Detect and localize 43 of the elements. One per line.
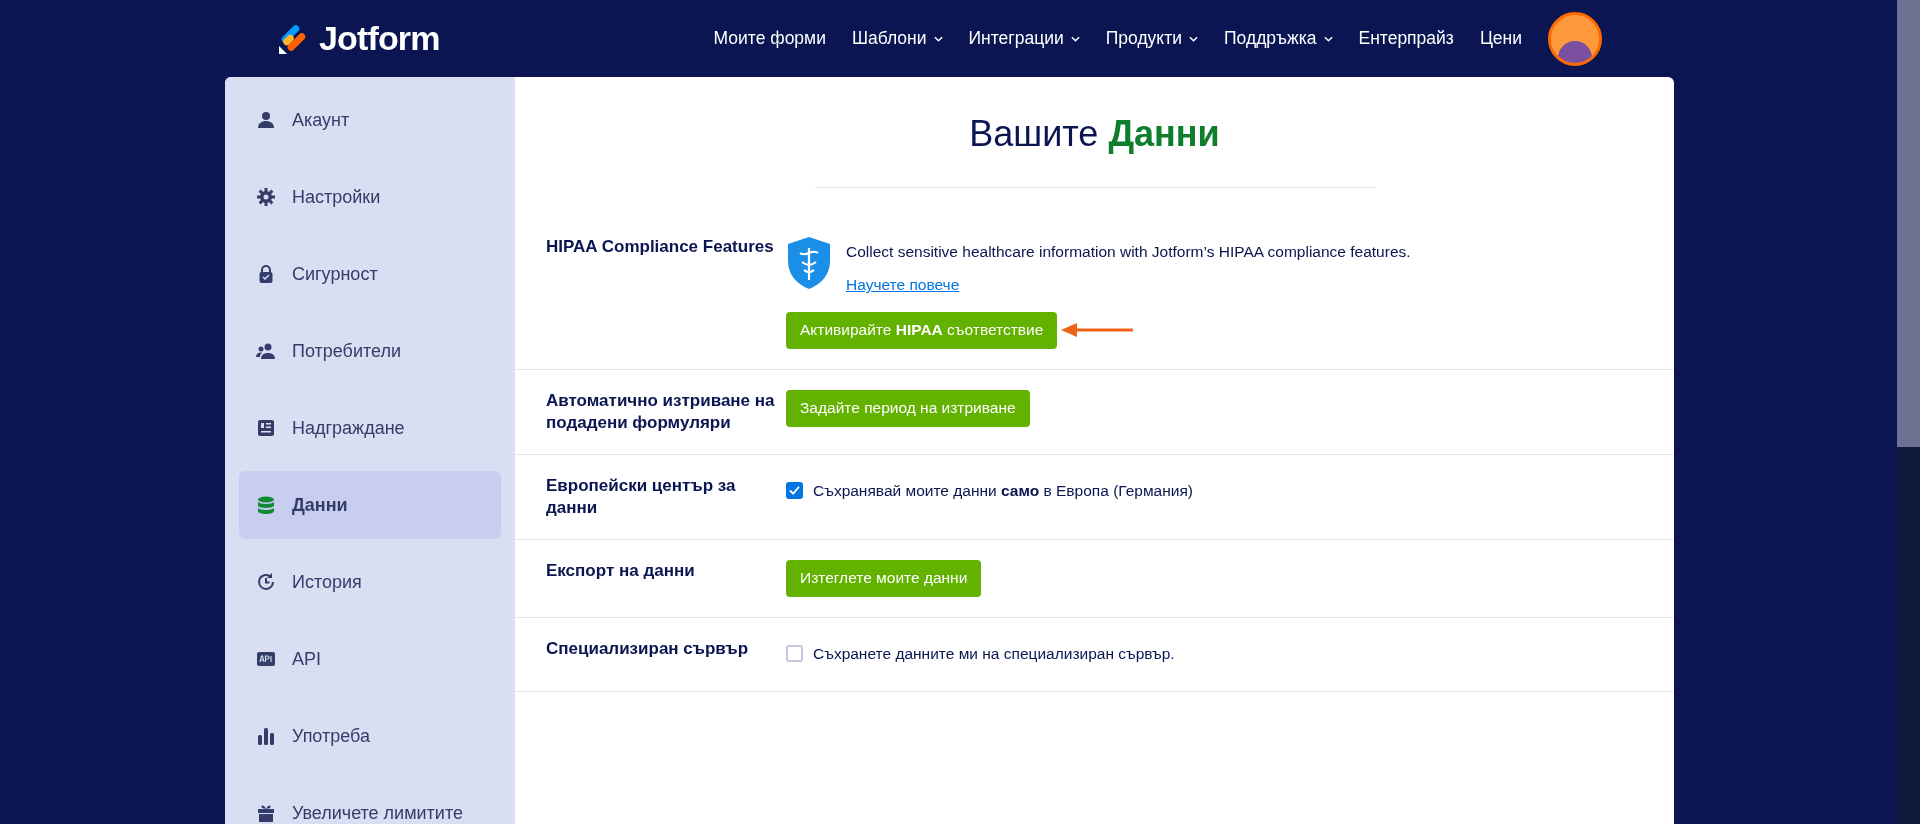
database-icon bbox=[256, 495, 276, 515]
nav-link[interactable]: Продукти bbox=[1105, 25, 1198, 52]
users-icon bbox=[256, 341, 276, 361]
page-title: Вашите Данни bbox=[814, 107, 1375, 188]
setting-label: HIPAA Compliance Features bbox=[546, 236, 775, 258]
bar-chart-icon bbox=[256, 726, 276, 746]
logo-text[interactable]: Jotform bbox=[319, 13, 440, 64]
checkbox[interactable] bbox=[786, 644, 803, 662]
setting-label: Експорт на данни bbox=[546, 559, 696, 582]
sidebar-item[interactable]: Употреба bbox=[239, 702, 501, 770]
nav-link[interactable]: Цени bbox=[1479, 25, 1522, 52]
shield-icon bbox=[786, 236, 832, 290]
sidebar-item[interactable]: История bbox=[239, 548, 501, 616]
hipaa-description: Collect sensitive healthcare information with Jotform’s HIPAA compliance features. bbox=[846, 242, 1411, 262]
invoice-icon bbox=[256, 418, 276, 438]
nav-link[interactable]: Шаблони bbox=[851, 25, 943, 52]
learn-more-link[interactable]: Научете повече bbox=[846, 273, 1411, 297]
checkbox[interactable] bbox=[786, 481, 803, 499]
settings-icon bbox=[256, 187, 276, 207]
sidebar-item[interactable]: Надграждане bbox=[239, 394, 501, 462]
checkbox-label: Съхранявай моите данни само в Европа (Германия) bbox=[813, 480, 1193, 501]
api-icon bbox=[256, 649, 276, 669]
nav-link[interactable]: Моите форми bbox=[713, 25, 826, 52]
nav-link[interactable]: Ентерпрайз bbox=[1358, 25, 1454, 52]
sidebar-item[interactable]: Данни bbox=[239, 471, 501, 539]
setting-label: Автоматично изтриване на подадени формуляри bbox=[546, 389, 776, 434]
sidebar-item[interactable]: Сигурност bbox=[239, 240, 501, 308]
nav-link[interactable]: Поддръжка bbox=[1224, 25, 1333, 52]
checkbox-label: Съхранете данните ми на специализиран сървър. bbox=[813, 643, 1175, 664]
sidebar-item[interactable]: Увеличете лимитите bbox=[239, 779, 501, 824]
nav-link[interactable]: Интеграции bbox=[968, 25, 1080, 52]
sidebar-item[interactable]: Настройки bbox=[239, 163, 501, 231]
checkmark-icon bbox=[789, 485, 800, 495]
user-icon bbox=[256, 110, 276, 130]
history-icon bbox=[256, 572, 276, 592]
setting-label: Европейски център за данни bbox=[546, 474, 737, 519]
avatar[interactable] bbox=[1548, 11, 1602, 66]
sidebar-item[interactable]: Потребители bbox=[239, 317, 501, 385]
sidebar-item[interactable]: Акаунт bbox=[239, 86, 501, 154]
gift-icon bbox=[256, 803, 276, 823]
scrollbar[interactable] bbox=[1897, 0, 1920, 824]
setting-label: Специализиран сървър bbox=[546, 637, 750, 660]
sidebar-item[interactable]: API bbox=[239, 625, 501, 693]
